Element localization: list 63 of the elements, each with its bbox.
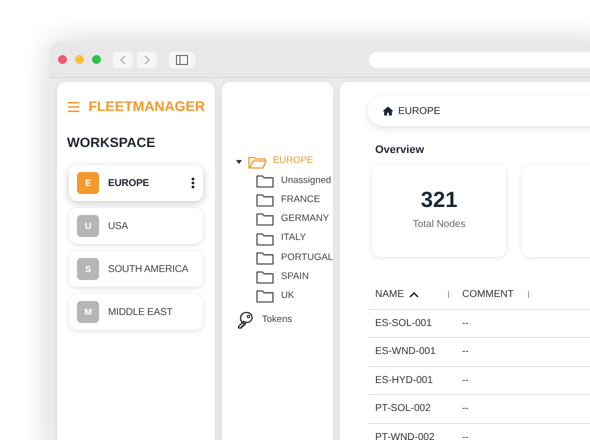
workspace-avatar: U [77, 215, 99, 238]
workspace-item[interactable]: M MIDDLE EAST [69, 294, 203, 330]
folder-icon [256, 232, 274, 246]
folder-icon [256, 289, 274, 304]
back-chevron-icon [119, 54, 127, 64]
key-icon [236, 311, 254, 330]
table-cell-text: -- [461, 345, 469, 360]
workspace-item[interactable]: S SOUTH AMERICA [69, 251, 203, 288]
forward-chevron-icon [143, 54, 151, 64]
workspace-item[interactable]: U USA [69, 208, 203, 244]
tree-item[interactable]: ITALY [281, 231, 306, 246]
close-dot-icon[interactable] [58, 55, 67, 64]
workspace-item[interactable]: E EUROPE [69, 165, 203, 202]
workspace-name: EUROPE [108, 176, 150, 191]
workspace-name: MIDDLE EAST [108, 306, 174, 320]
workspace-heading: WORKSPACE [67, 134, 156, 152]
table-cell-text: -- [461, 316, 469, 331]
table-cell-text: ES-WND-001 [374, 345, 437, 360]
table-cell-text: -- [461, 430, 469, 440]
tokens-item[interactable]: Tokens [262, 312, 292, 328]
sidebar-toggle-button[interactable] [169, 52, 195, 68]
stat-label: Total Nodes [412, 218, 466, 232]
tree-item[interactable]: GERMANY [281, 212, 330, 226]
forward-button[interactable] [137, 52, 157, 68]
overview-heading: Overview [375, 143, 426, 158]
stat-value: 321 [420, 189, 458, 211]
minimize-dot-icon[interactable] [75, 55, 84, 64]
maximize-dot-icon[interactable] [92, 55, 101, 64]
home-icon[interactable] [382, 106, 394, 116]
table-cell-text: ES-HYD-001 [374, 374, 434, 388]
tree-item[interactable]: FRANCE [281, 192, 320, 208]
table-cell-text: -- [461, 374, 469, 388]
folder-icon [256, 250, 274, 265]
breadcrumb-item[interactable]: EUROPE [398, 104, 440, 118]
tree-item[interactable]: PORTUGAL [281, 250, 334, 265]
back-button[interactable] [113, 52, 133, 68]
more-options-icon[interactable] [191, 177, 195, 190]
tree-item[interactable]: UK [281, 289, 294, 304]
workspace-name: USA [108, 220, 129, 234]
column-header[interactable]: NAME [375, 287, 404, 302]
column-header[interactable]: COMMENT [462, 287, 514, 302]
workspace-name: SOUTH AMERICA [108, 262, 190, 277]
sort-ascending-icon[interactable] [409, 291, 419, 298]
table-cell-text: PT-WND-002 [374, 430, 436, 440]
workspace-avatar: E [77, 172, 99, 194]
workspace-avatar: M [77, 301, 99, 324]
folder-icon [256, 270, 274, 284]
workspace-avatar: S [77, 258, 99, 280]
tree-item[interactable]: SPAIN [281, 270, 309, 284]
expand-caret-icon[interactable] [236, 160, 242, 164]
table-cell-text: PT-SOL-002 [374, 402, 432, 416]
folder-icon [256, 174, 274, 188]
menu-icon[interactable] [67, 100, 80, 112]
folder-icon [256, 212, 274, 226]
folder-icon [248, 154, 267, 168]
tree-item[interactable]: Unassigned [281, 174, 332, 188]
column-resize-handle[interactable] [448, 291, 450, 298]
sidebar-icon [176, 54, 188, 64]
table-cell-text: ES-SOL-001 [374, 316, 433, 331]
column-resize-handle[interactable] [528, 291, 530, 298]
table-cell-text: -- [461, 402, 469, 416]
app-title: FLEETMANAGER [88, 97, 205, 116]
folder-icon [256, 192, 274, 207]
